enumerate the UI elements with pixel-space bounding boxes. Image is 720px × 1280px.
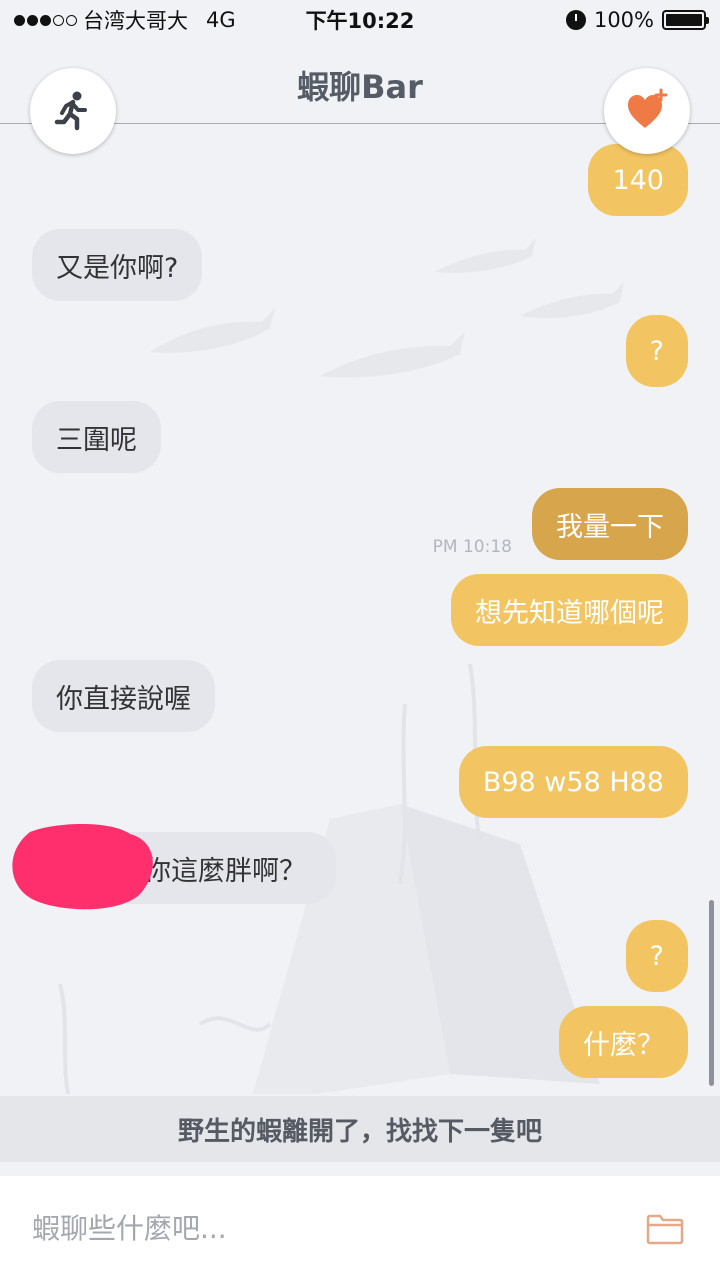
message-bubble-incoming[interactable]: 又是你啊? [32, 229, 203, 301]
message-text: 140 [612, 164, 664, 196]
attach-button[interactable] [642, 1205, 688, 1251]
signal-strength-icon [14, 14, 77, 26]
folder-icon [646, 1214, 684, 1245]
message-bubble-outgoing[interactable]: ? [625, 920, 688, 992]
message-input[interactable] [32, 1211, 642, 1245]
message-text: 我量一下 [556, 511, 664, 543]
message-bubble-outgoing[interactable]: ? [625, 315, 688, 387]
message-bubble-incoming[interactable]: 三圍呢 [32, 401, 161, 473]
chat-area[interactable]: 140 又是你啊? ? 三圍呢 我量一下 PM 10:18 想先知道哪個呢 你直… [0, 124, 720, 1094]
status-bar: 台湾大哥大 4G 下午10:22 100% [0, 0, 720, 40]
heart-plus-icon [628, 88, 668, 128]
message-bubble-outgoing-selected[interactable]: 我量一下 [532, 488, 688, 560]
message-bubble-incoming[interactable]: 你直接說喔 [32, 660, 215, 732]
add-favorite-button[interactable] [604, 68, 690, 154]
redaction-scribble [12, 824, 153, 910]
message-bubble-outgoing[interactable]: B98 w58 H88 [458, 746, 688, 818]
leave-chat-button[interactable] [30, 68, 116, 154]
message-bubble-outgoing[interactable]: 140 [588, 144, 688, 216]
message-text: B98 w58 H88 [482, 766, 664, 798]
partner-left-notice: 野生的蝦離開了，找找下一隻吧 [0, 1096, 720, 1162]
message-bubble-outgoing[interactable]: 什麼？ [559, 1006, 688, 1078]
message-text: 什麼？ [583, 1029, 664, 1061]
carrier-label: 台湾大哥大 [83, 9, 188, 33]
chat-scrollbar[interactable] [709, 900, 714, 1086]
message-text: 三圍呢 [56, 424, 137, 456]
running-man-icon [54, 91, 87, 131]
battery-percent: 100% [593, 8, 654, 32]
status-left: 台湾大哥大 4G [14, 5, 236, 35]
message-text: 你直接說喔 [56, 683, 191, 715]
message-text: 想先知道哪個呢 [475, 597, 664, 629]
message-text: ? [649, 940, 664, 972]
message-text: ? [649, 335, 664, 367]
network-label: 4G [206, 8, 236, 32]
message-bubble-outgoing[interactable]: 想先知道哪個呢 [451, 574, 688, 646]
message-text: 你這麼胖啊？ [144, 855, 306, 887]
message-timestamp: PM 10:18 [432, 537, 512, 557]
alarm-icon [565, 10, 586, 30]
status-right: 100% [565, 8, 709, 32]
message-input-bar [0, 1176, 720, 1280]
message-text: 又是你啊? [56, 252, 179, 284]
battery-icon [662, 10, 709, 30]
